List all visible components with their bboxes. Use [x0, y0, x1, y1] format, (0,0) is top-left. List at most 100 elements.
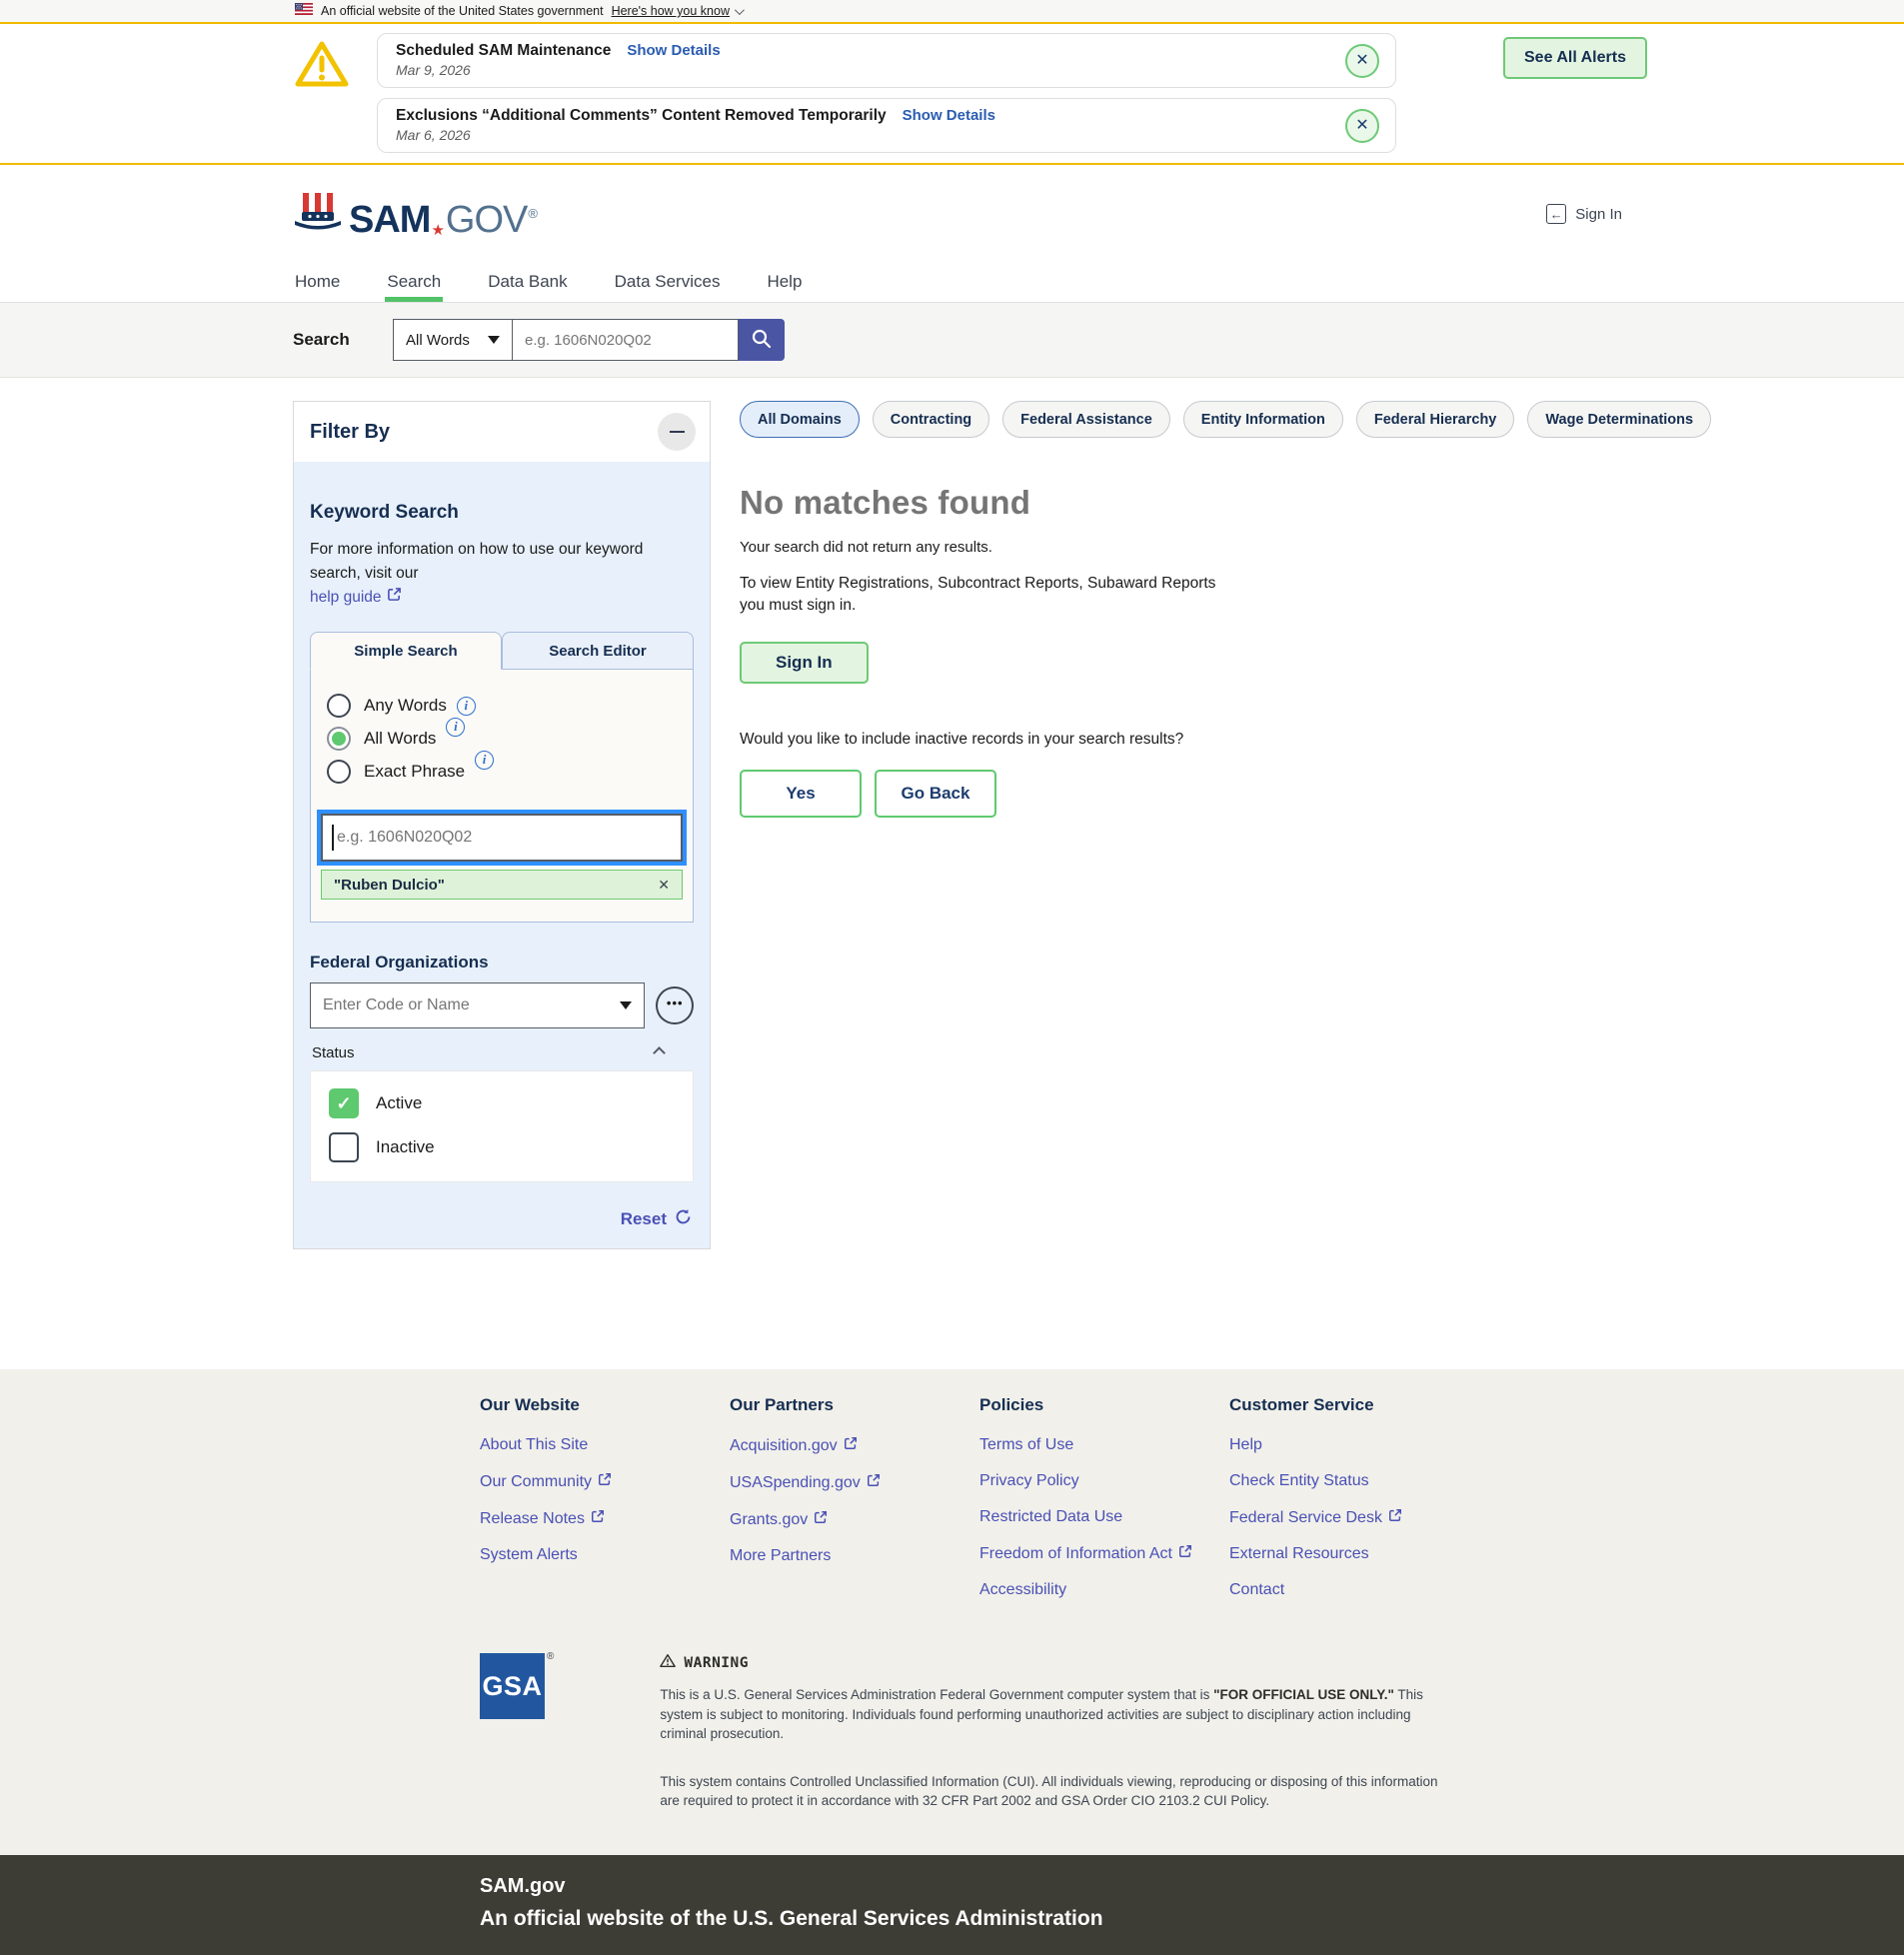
tab-search-editor[interactable]: Search Editor: [502, 632, 694, 670]
status-option-active[interactable]: ✓ Active: [329, 1088, 675, 1118]
results-sign-in-button[interactable]: Sign In: [740, 642, 869, 684]
footer-link-label: Federal Service Desk: [1229, 1509, 1382, 1527]
footer-link-acquisition-gov[interactable]: Acquisition.gov: [730, 1436, 979, 1455]
external-link-icon: [1178, 1544, 1192, 1563]
how-you-know-link[interactable]: Here's how you know: [612, 4, 742, 18]
help-guide-link[interactable]: help guide: [310, 586, 402, 610]
alert-card-exclusions: Exclusions “Additional Comments” Content…: [377, 98, 1396, 153]
alert-close-button[interactable]: ✕: [1345, 109, 1379, 143]
reset-filters-link[interactable]: Reset: [621, 1209, 667, 1229]
brand-gov: GOV: [446, 201, 527, 239]
footer-link-foia[interactable]: Freedom of Information Act: [979, 1544, 1229, 1563]
warning-block: WARNING This is a U.S. General Services …: [660, 1653, 1459, 1811]
federal-org-input[interactable]: [310, 982, 645, 1028]
go-back-button[interactable]: Go Back: [875, 770, 996, 818]
filter-panel: Filter By Keyword Search For more inform…: [293, 401, 711, 1249]
us-flag-icon: [295, 2, 313, 20]
footer-link-our-community[interactable]: Our Community: [480, 1472, 730, 1491]
status-inactive-label: Inactive: [376, 1137, 435, 1157]
alert-list: Scheduled SAM Maintenance Show Details M…: [377, 33, 1396, 153]
close-icon: ✕: [1355, 52, 1368, 69]
status-label: Status: [312, 1044, 355, 1061]
footer-link-privacy-policy[interactable]: Privacy Policy: [979, 1472, 1229, 1490]
nav-item-data-bank[interactable]: Data Bank: [486, 263, 569, 302]
collapse-filters-button[interactable]: [658, 413, 696, 451]
footer-link-grants-gov[interactable]: Grants.gov: [730, 1510, 979, 1529]
footer-link-label: Our Community: [480, 1473, 592, 1491]
reset-refresh-icon[interactable]: [675, 1208, 692, 1230]
ellipsis-icon: •••: [667, 995, 684, 1010]
keyword-info-text: For more information on how to use our k…: [310, 541, 643, 582]
footer-col-customer-service: Customer Service Help Check Entity Statu…: [1229, 1395, 1479, 1617]
gov-banner: An official website of the United States…: [0, 0, 1904, 24]
footer-link-about-this-site[interactable]: About This Site: [480, 1436, 730, 1454]
status-option-inactive[interactable]: Inactive: [329, 1132, 675, 1162]
footer-link-label: USASpending.gov: [730, 1474, 861, 1492]
search-mode-select[interactable]: All Words: [393, 319, 513, 361]
footer-link-label: More Partners: [730, 1547, 831, 1565]
info-icon[interactable]: i: [446, 718, 465, 737]
yes-button[interactable]: Yes: [740, 770, 862, 818]
radio-any-words[interactable]: [327, 694, 351, 718]
footer-heading: Policies: [979, 1395, 1229, 1415]
federal-organizations-heading: Federal Organizations: [310, 953, 694, 973]
show-details-link[interactable]: Show Details: [627, 42, 720, 59]
footer-link-contact[interactable]: Contact: [1229, 1581, 1479, 1599]
footer-heading: Customer Service: [1229, 1395, 1479, 1415]
info-icon[interactable]: i: [457, 697, 476, 716]
footer-link-label: Restricted Data Use: [979, 1508, 1122, 1526]
search-submit-button[interactable]: [739, 319, 785, 361]
alert-close-button[interactable]: ✕: [1345, 44, 1379, 78]
pill-entity-information[interactable]: Entity Information: [1183, 401, 1343, 438]
radio-all-words[interactable]: [327, 727, 351, 751]
footer-link-accessibility[interactable]: Accessibility: [979, 1581, 1229, 1599]
nav-item-help[interactable]: Help: [765, 263, 804, 302]
checkbox-checked-icon[interactable]: ✓: [329, 1088, 359, 1118]
external-link-icon: [1388, 1508, 1402, 1527]
see-all-alerts-button[interactable]: See All Alerts: [1503, 37, 1647, 79]
registered-mark: ®: [528, 206, 538, 221]
tab-simple-search[interactable]: Simple Search: [310, 632, 502, 670]
pill-wage-determinations[interactable]: Wage Determinations: [1527, 401, 1711, 438]
pill-federal-assistance[interactable]: Federal Assistance: [1002, 401, 1170, 438]
alert-date: Mar 6, 2026: [396, 127, 1335, 143]
footer-link-label: System Alerts: [480, 1546, 578, 1564]
footer-link-check-entity-status[interactable]: Check Entity Status: [1229, 1472, 1479, 1490]
global-search-input[interactable]: [513, 319, 739, 361]
nav-item-home[interactable]: Home: [293, 263, 342, 302]
footer-link-release-notes[interactable]: Release Notes: [480, 1509, 730, 1528]
show-details-link[interactable]: Show Details: [903, 107, 995, 124]
external-link-icon: [387, 586, 402, 610]
footer-link-usaspending-gov[interactable]: USASpending.gov: [730, 1473, 979, 1492]
footer-link-label: Grants.gov: [730, 1511, 808, 1529]
pill-contracting[interactable]: Contracting: [873, 401, 989, 438]
checkbox-unchecked-icon[interactable]: [329, 1132, 359, 1162]
footer-link-help[interactable]: Help: [1229, 1436, 1479, 1454]
footer-identifier: SAM.gov An official website of the U.S. …: [0, 1855, 1904, 1955]
keyword-tabs: Simple Search Search Editor: [310, 632, 694, 670]
footer-link-system-alerts[interactable]: System Alerts: [480, 1546, 730, 1564]
footer-link-external-resources[interactable]: External Resources: [1229, 1545, 1479, 1563]
search-icon: [751, 328, 773, 353]
footer-link-terms-of-use[interactable]: Terms of Use: [979, 1436, 1229, 1454]
footer-link-more-partners[interactable]: More Partners: [730, 1547, 979, 1565]
nav-item-data-services[interactable]: Data Services: [613, 263, 723, 302]
sam-gov-logo[interactable]: SAM★GOV®: [293, 190, 538, 239]
info-icon[interactable]: i: [475, 751, 494, 770]
keyword-search-input[interactable]: [321, 814, 683, 862]
nav-item-search[interactable]: Search: [385, 263, 443, 302]
alert-date: Mar 9, 2026: [396, 62, 1335, 78]
warning-p1-pre: This is a U.S. General Services Administ…: [660, 1687, 1213, 1702]
include-inactive-question: Would you like to include inactive recor…: [740, 731, 1711, 749]
footer-col-our-partners: Our Partners Acquisition.gov USASpending…: [730, 1395, 979, 1617]
footer-link-federal-service-desk[interactable]: Federal Service Desk: [1229, 1508, 1479, 1527]
radio-exact-phrase[interactable]: [327, 760, 351, 784]
remove-tag-icon[interactable]: ✕: [658, 877, 670, 894]
pill-all-domains[interactable]: All Domains: [740, 401, 860, 438]
pill-federal-hierarchy[interactable]: Federal Hierarchy: [1356, 401, 1515, 438]
caret-down-icon[interactable]: [620, 1001, 632, 1009]
chevron-up-icon[interactable]: [653, 1046, 666, 1059]
header-sign-in-link[interactable]: ← Sign In: [1546, 204, 1622, 224]
footer-link-restricted-data-use[interactable]: Restricted Data Use: [979, 1508, 1229, 1526]
org-more-options-button[interactable]: •••: [656, 986, 694, 1024]
